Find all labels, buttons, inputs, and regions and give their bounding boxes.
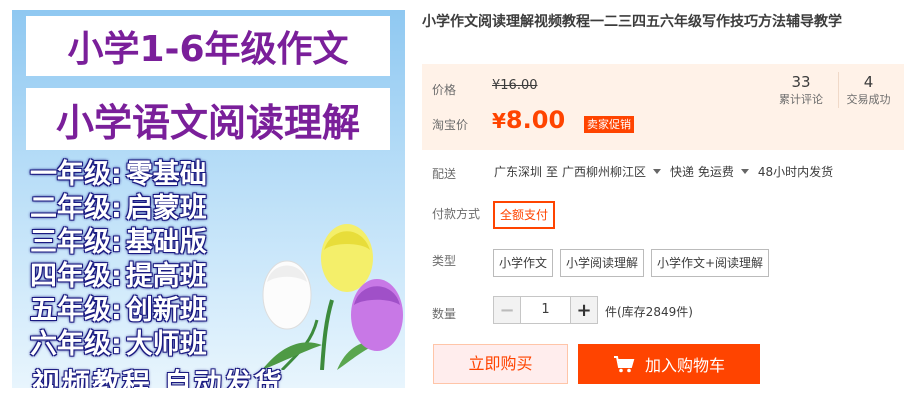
grade-line: 五年级: 创新班 <box>30 295 207 326</box>
add-to-cart-button[interactable]: 加入购物车 <box>578 344 760 384</box>
grade-line: 二年级: 启蒙班 <box>30 193 207 224</box>
quantity-input[interactable]: 1 <box>521 297 570 323</box>
buy-now-button[interactable]: 立即购买 <box>433 344 568 384</box>
original-price-label: 价格 <box>432 83 457 97</box>
taobao-price-label: 淘宝价 <box>432 118 469 132</box>
grade-line: 四年级: 提高班 <box>30 261 207 292</box>
grade-list: 一年级: 零基础 二年级: 启蒙班 三年级: 基础版 四年级: 提高班 五年级: 创新班 … <box>30 158 207 362</box>
dispatch-time: 48小时内发货 <box>757 165 834 179</box>
grade-line: 六年级: 大师班 <box>30 329 207 360</box>
price-panel: 价格 ¥16.00 淘宝价 ¥8.00 卖家促销 33 累计评论 4 交易成功 <box>422 64 904 150</box>
add-to-cart-label: 加入购物车 <box>644 356 725 375</box>
quantity-stepper: − 1 + <box>493 296 598 324</box>
shipping-method-select[interactable]: 快递 免运费 <box>670 163 734 180</box>
quantity-label: 数量 <box>432 307 457 321</box>
chevron-down-icon[interactable] <box>653 169 662 174</box>
quantity-increase-button[interactable]: + <box>570 297 597 323</box>
promo-badge: 卖家促销 <box>584 116 634 133</box>
shipping-from: 广东深圳 <box>494 165 543 179</box>
reviews-stat[interactable]: 33 累计评论 <box>771 72 831 108</box>
shipping-row: 广东深圳 至 广西柳州柳江区 快递 免运费 48小时内发货 <box>494 163 837 180</box>
type-option[interactable]: 小学作文 <box>493 249 554 277</box>
payment-option-full[interactable]: 全额支付 <box>493 201 556 229</box>
shopping-cart-icon <box>613 356 635 373</box>
image-title-line-1: 小学1-6年级作文 <box>26 16 390 76</box>
chevron-down-icon[interactable] <box>740 169 749 174</box>
sales-stat: 4 交易成功 <box>838 72 898 108</box>
original-price: ¥16.00 <box>492 78 538 93</box>
grade-line: 三年级: 基础版 <box>30 227 207 258</box>
shipping-destination-select[interactable]: 广西柳州柳江区 <box>562 163 646 180</box>
image-footer-text: 视频教程 自动发货 <box>32 367 284 388</box>
stock-info: 件(库存2849件) <box>605 305 693 319</box>
type-option[interactable]: 小学阅读理解 <box>560 249 645 277</box>
product-page: 小学1-6年级作文 小学语文阅读理解 一年级: 零基础 二年级: 启蒙班 三年级: 基… <box>0 0 907 410</box>
grade-line: 一年级: 零基础 <box>30 159 207 190</box>
type-option[interactable]: 小学作文+阅读理解 <box>651 249 770 277</box>
quantity-decrease-button[interactable]: − <box>494 297 521 323</box>
product-title: 小学作文阅读理解视频教程一二三四五六年级写作技巧方法辅导教学 <box>422 14 842 30</box>
product-main-image[interactable]: 小学1-6年级作文 小学语文阅读理解 一年级: 零基础 二年级: 启蒙班 三年级: 基… <box>12 10 405 388</box>
tulip-flowers-illustration <box>262 224 403 370</box>
payment-label: 付款方式 <box>432 207 481 221</box>
image-title-line-2: 小学语文阅读理解 <box>26 88 390 150</box>
shipping-to-word: 至 <box>546 165 559 179</box>
taobao-price: ¥8.00 <box>492 106 566 134</box>
shipping-label: 配送 <box>432 167 457 181</box>
type-label: 类型 <box>432 254 457 268</box>
